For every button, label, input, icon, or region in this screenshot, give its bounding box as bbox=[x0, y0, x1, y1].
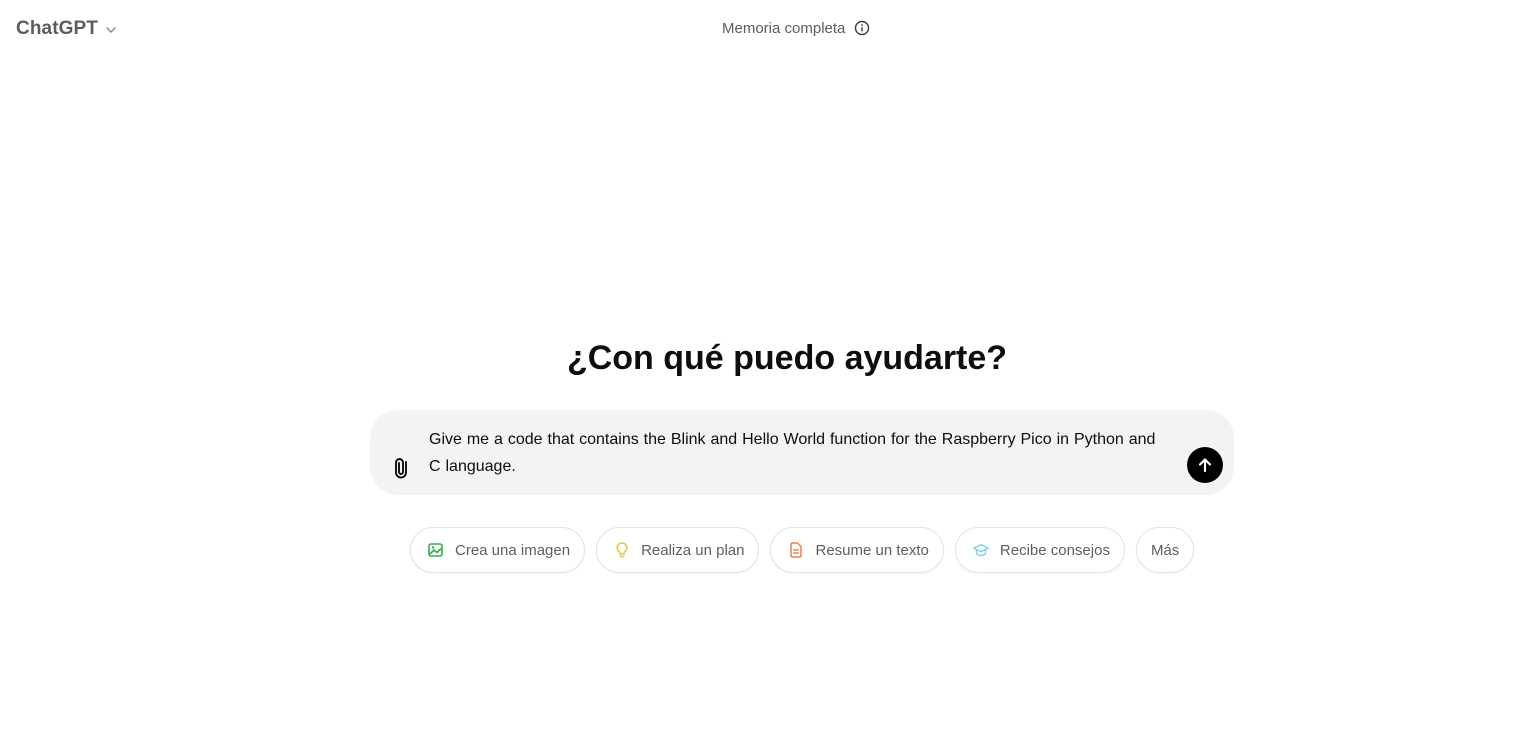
suggestion-make-plan[interactable]: Realiza un plan bbox=[596, 527, 760, 573]
chip-label: Recibe consejos bbox=[999, 541, 1110, 559]
chip-label: Realiza un plan bbox=[641, 541, 745, 559]
chip-label: Crea una imagen bbox=[455, 541, 571, 559]
suggestion-summarize-text[interactable]: Resume un texto bbox=[770, 527, 944, 573]
memory-label: Memoria completa bbox=[722, 19, 846, 37]
suggestion-get-advice[interactable]: Recibe consejos bbox=[954, 527, 1125, 573]
document-icon bbox=[787, 541, 805, 559]
page-title: ¿Con qué puedo ayudarte? bbox=[566, 339, 1008, 377]
info-icon[interactable] bbox=[854, 20, 870, 36]
graduation-cap-icon bbox=[972, 541, 990, 559]
send-button[interactable] bbox=[1187, 447, 1223, 483]
paperclip-icon[interactable] bbox=[388, 454, 416, 482]
arrow-up-icon bbox=[1198, 458, 1212, 473]
chevron-down-icon bbox=[104, 23, 118, 37]
chip-label: Más bbox=[1150, 541, 1180, 559]
model-name: ChatGPT bbox=[16, 18, 98, 39]
suggestion-create-image[interactable]: Crea una imagen bbox=[410, 527, 586, 573]
model-switcher[interactable]: ChatGPT bbox=[12, 12, 122, 46]
suggestion-chips: Crea una imagen Realiza un plan Resume u… bbox=[410, 527, 1195, 573]
prompt-composer: Give me a code that contains the Blink a… bbox=[370, 410, 1234, 495]
suggestion-more-button[interactable]: Más bbox=[1135, 527, 1195, 573]
memory-status: Memoria completa bbox=[722, 14, 870, 42]
image-icon bbox=[427, 541, 445, 559]
lightbulb-icon bbox=[613, 541, 631, 559]
prompt-input[interactable]: Give me a code that contains the Blink a… bbox=[429, 426, 1169, 480]
chip-label: Resume un texto bbox=[815, 541, 929, 559]
